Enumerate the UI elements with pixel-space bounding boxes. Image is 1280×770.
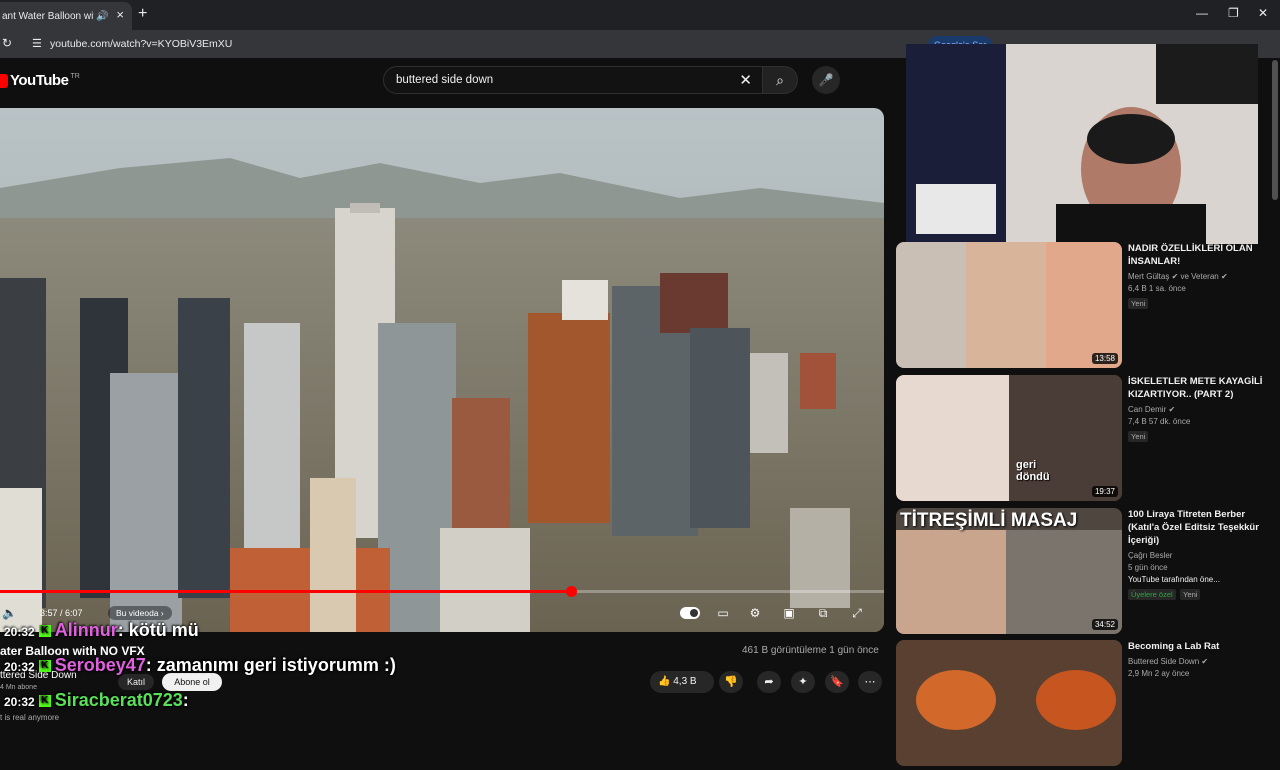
- browser-tab-bar: ant Water Balloon with N 🔊 × + — ❐ ✕: [0, 0, 1280, 30]
- video-thumbnail[interactable]: TİTREŞİMLİ MASAJ 34:52: [896, 508, 1122, 634]
- thumbnail-image: [896, 375, 1122, 501]
- kick-badge-icon: K: [38, 660, 51, 673]
- rec-title[interactable]: Becoming a Lab Rat: [1128, 640, 1268, 653]
- miniplayer-icon[interactable]: ▣: [780, 604, 798, 622]
- thumbnail-overlay-text: TİTREŞİMLİ MASAJ: [900, 510, 1078, 531]
- site-info-icon[interactable]: ☰: [32, 37, 42, 50]
- thumbnail-image: [896, 640, 1122, 766]
- rec-title[interactable]: NADIR ÖZELLİKLERİ OLAN İNSANLAR!: [1128, 242, 1268, 268]
- thumbnail-overlay-text: geri döndü: [1016, 459, 1050, 483]
- cast-icon[interactable]: ⧉: [814, 604, 832, 622]
- rec-meta: 2,9 Mn 2 ay önce: [1128, 669, 1190, 678]
- rec-meta: 5 gün önce: [1128, 563, 1168, 572]
- chat-message: 20:32 K Siracberat0723:: [4, 690, 189, 710]
- video-duration: 34:52: [1091, 619, 1118, 630]
- save-button[interactable]: 🔖: [825, 671, 849, 693]
- thumbnail-image: [896, 242, 1122, 368]
- progress-scrubber[interactable]: [566, 586, 578, 597]
- rec-channel[interactable]: Çağrı Besler: [1128, 551, 1268, 560]
- kick-badge-icon: K: [38, 695, 51, 708]
- view-count: 461 B görüntüleme 1 gün önce: [742, 645, 879, 656]
- search-query[interactable]: buttered side down: [396, 74, 493, 86]
- microphone-icon: 🎤: [818, 73, 834, 87]
- autoplay-toggle[interactable]: [680, 607, 700, 619]
- new-badge: Yeni: [1128, 431, 1149, 442]
- like-button[interactable]: 👍 4,3 B: [650, 671, 714, 693]
- youtube-play-icon: [0, 73, 8, 88]
- join-button[interactable]: Katıl: [118, 674, 154, 690]
- webcam-frame: [906, 44, 1258, 244]
- rec-promoted: YouTube tarafından öne...: [1128, 575, 1220, 584]
- rec-title[interactable]: 100 Liraya Titreten Berber (Katıl'a Özel…: [1128, 508, 1268, 547]
- chat-message: 20:32 K Alinnur: kötü mü: [4, 620, 199, 640]
- youtube-logo[interactable]: YouTube TR: [0, 72, 80, 89]
- chat-text: : zamanımı geri istiyorumm :): [145, 655, 396, 675]
- recommendation-item[interactable]: 13:58 NADIR ÖZELLİKLERİ OLAN İNSANLAR! M…: [896, 242, 1272, 372]
- recommendation-item[interactable]: TİTREŞİMLİ MASAJ 34:52 100 Liraya Titret…: [896, 508, 1272, 638]
- thumbs-down-icon: 👎: [724, 676, 738, 688]
- close-window-icon[interactable]: ✕: [1258, 6, 1268, 20]
- more-actions-button[interactable]: ⋯: [858, 671, 882, 693]
- speaker-icon[interactable]: 🔊: [96, 11, 108, 22]
- url-field[interactable]: youtube.com/watch?v=KYOBiV3EmXU: [50, 38, 232, 50]
- subtitles-icon[interactable]: ▭: [714, 604, 732, 622]
- like-count: 4,3 B: [673, 676, 697, 687]
- fullscreen-icon[interactable]: ⤢: [848, 604, 866, 622]
- video-duration: 19:37: [1091, 486, 1118, 497]
- share-button[interactable]: ➦: [757, 671, 781, 693]
- thumbs-up-icon: 👍: [658, 676, 674, 687]
- tab-title: ant Water Balloon with N: [2, 10, 94, 22]
- recommendation-item[interactable]: Becoming a Lab Rat Buttered Side Down ✔ …: [896, 640, 1272, 770]
- new-badge: Yeni: [1180, 589, 1201, 600]
- rec-channel[interactable]: Buttered Side Down ✔: [1128, 657, 1268, 666]
- search-icon: ⌕: [776, 72, 784, 88]
- time-display: 3:57 / 6:07: [40, 608, 83, 618]
- voice-search-button[interactable]: 🎤: [812, 66, 840, 94]
- reload-icon[interactable]: ↻: [2, 36, 12, 50]
- minimize-icon[interactable]: —: [1196, 6, 1208, 20]
- settings-gear-icon[interactable]: ⚙: [746, 604, 764, 622]
- rec-channel[interactable]: Can Demir ✔: [1128, 405, 1268, 414]
- bookmark-icon: 🔖: [830, 676, 844, 688]
- clear-search-icon[interactable]: ✕: [739, 71, 752, 89]
- members-only-badge: Üyelere özel: [1128, 589, 1176, 600]
- rec-channel[interactable]: Mert Gültaş ✔ ve Veteran ✔: [1128, 272, 1268, 281]
- video-duration: 13:58: [1091, 353, 1118, 364]
- rec-meta: 7,4 B 57 dk. önce: [1128, 417, 1191, 426]
- dislike-button[interactable]: 👎: [719, 671, 743, 693]
- video-thumbnail[interactable]: [896, 640, 1122, 766]
- streamer-webcam: [906, 44, 1258, 244]
- chat-text: :: [182, 690, 189, 710]
- share-icon: ➦: [764, 676, 774, 688]
- progress-bar[interactable]: [0, 586, 884, 597]
- chat-text: : kötü mü: [117, 620, 199, 640]
- search-button[interactable]: ⌕: [762, 66, 798, 94]
- rec-meta: 6,4 B 1 sa. önce: [1128, 284, 1186, 293]
- chapter-chip[interactable]: Bu videoda ›: [108, 606, 172, 620]
- rec-title[interactable]: İSKELETLER METE KAYAGİLİ KIZARTIYOR.. (P…: [1128, 375, 1268, 401]
- video-thumbnail[interactable]: geri döndü 19:37: [896, 375, 1122, 501]
- new-badge: Yeni: [1128, 298, 1149, 309]
- scrollbar[interactable]: [1272, 60, 1278, 200]
- close-tab-icon[interactable]: ×: [116, 7, 124, 22]
- progress-fill: [0, 590, 572, 593]
- ask-ai-button[interactable]: ✦: [791, 671, 815, 693]
- description-snippet: t is real anymore: [0, 713, 60, 722]
- chat-username: Siracberat0723: [54, 690, 183, 710]
- sparkle-icon: ✦: [798, 676, 808, 688]
- browser-tab[interactable]: ant Water Balloon with N 🔊 ×: [0, 2, 132, 30]
- kick-badge-icon: K: [38, 625, 51, 638]
- chat-username: Alinnur: [54, 620, 118, 640]
- more-icon: ⋯: [864, 676, 876, 688]
- maximize-icon[interactable]: ❐: [1228, 6, 1239, 20]
- chat-username: Serobey47: [54, 655, 146, 675]
- new-tab-icon[interactable]: +: [138, 5, 147, 23]
- recommendation-item[interactable]: geri döndü 19:37 İSKELETLER METE KAYAGİL…: [896, 375, 1272, 505]
- volume-icon[interactable]: 🔈: [2, 606, 17, 620]
- video-frame-cityscape: [0, 108, 884, 632]
- video-thumbnail[interactable]: 13:58: [896, 242, 1122, 368]
- video-player[interactable]: [0, 108, 884, 632]
- chat-message: 20:32 K Serobey47: zamanımı geri istiyorum…: [4, 655, 396, 675]
- search-input[interactable]: buttered side down ✕: [383, 66, 763, 94]
